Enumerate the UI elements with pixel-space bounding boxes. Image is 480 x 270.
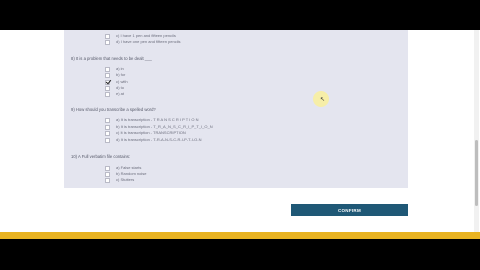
option-q8-e[interactable]: e) at xyxy=(105,91,124,97)
checkbox[interactable] xyxy=(105,117,110,123)
top-letterbox xyxy=(0,0,480,30)
checkbox-checked[interactable] xyxy=(105,79,110,85)
scrollbar-thumb[interactable] xyxy=(475,140,478,206)
checkbox[interactable] xyxy=(105,124,110,130)
checkbox[interactable] xyxy=(105,72,110,78)
checkbox[interactable] xyxy=(105,91,110,97)
confirm-button[interactable]: CONFIRM xyxy=(291,204,408,216)
option-label: d) I have one pen and fifteen pencils xyxy=(116,39,181,44)
checkbox[interactable] xyxy=(105,33,110,39)
question-8-text: 8) It is a problem that needs to be deal… xyxy=(71,56,152,61)
checkbox[interactable] xyxy=(105,171,110,177)
option-label: b) for xyxy=(116,72,126,77)
option-q10-c[interactable]: c) Stutters xyxy=(105,177,134,183)
option-q7-d[interactable]: d) I have one pen and fifteen pencils xyxy=(105,39,181,45)
mouse-pointer-icon: ↖ xyxy=(320,97,326,103)
question-10-text: 10) A Full verbatim file contains: xyxy=(71,154,131,159)
bottom-letterbox xyxy=(0,239,480,270)
checkbox[interactable] xyxy=(105,85,110,91)
question-9-text: 9) How should you transcribe a spelled w… xyxy=(71,107,156,112)
checkbox[interactable] xyxy=(105,137,110,143)
footer-accent-bar xyxy=(0,232,480,239)
option-q9-c[interactable]: c) It is transcription - TRANSCRIPTION xyxy=(105,130,186,136)
option-label: d) It is transcription - T-R-A-N-S-C-R-I… xyxy=(116,137,202,142)
checkbox[interactable] xyxy=(105,165,110,171)
checkbox[interactable] xyxy=(105,177,110,183)
option-label: a) It is transcription - T R A N S C R I… xyxy=(116,117,199,122)
option-label: e) at xyxy=(116,91,125,96)
option-q8-b[interactable]: b) for xyxy=(105,72,125,78)
option-label: c) Stutters xyxy=(116,177,135,182)
checkbox[interactable] xyxy=(105,130,110,136)
checkbox[interactable] xyxy=(105,39,110,45)
checkbox[interactable] xyxy=(105,66,110,72)
option-label: c) It is transcription - TRANSCRIPTION xyxy=(116,130,186,135)
option-q9-a[interactable]: a) It is transcription - T R A N S C R I… xyxy=(105,117,199,123)
option-q9-d[interactable]: d) It is transcription - T-R-A-N-S-C-R-I… xyxy=(105,137,201,143)
